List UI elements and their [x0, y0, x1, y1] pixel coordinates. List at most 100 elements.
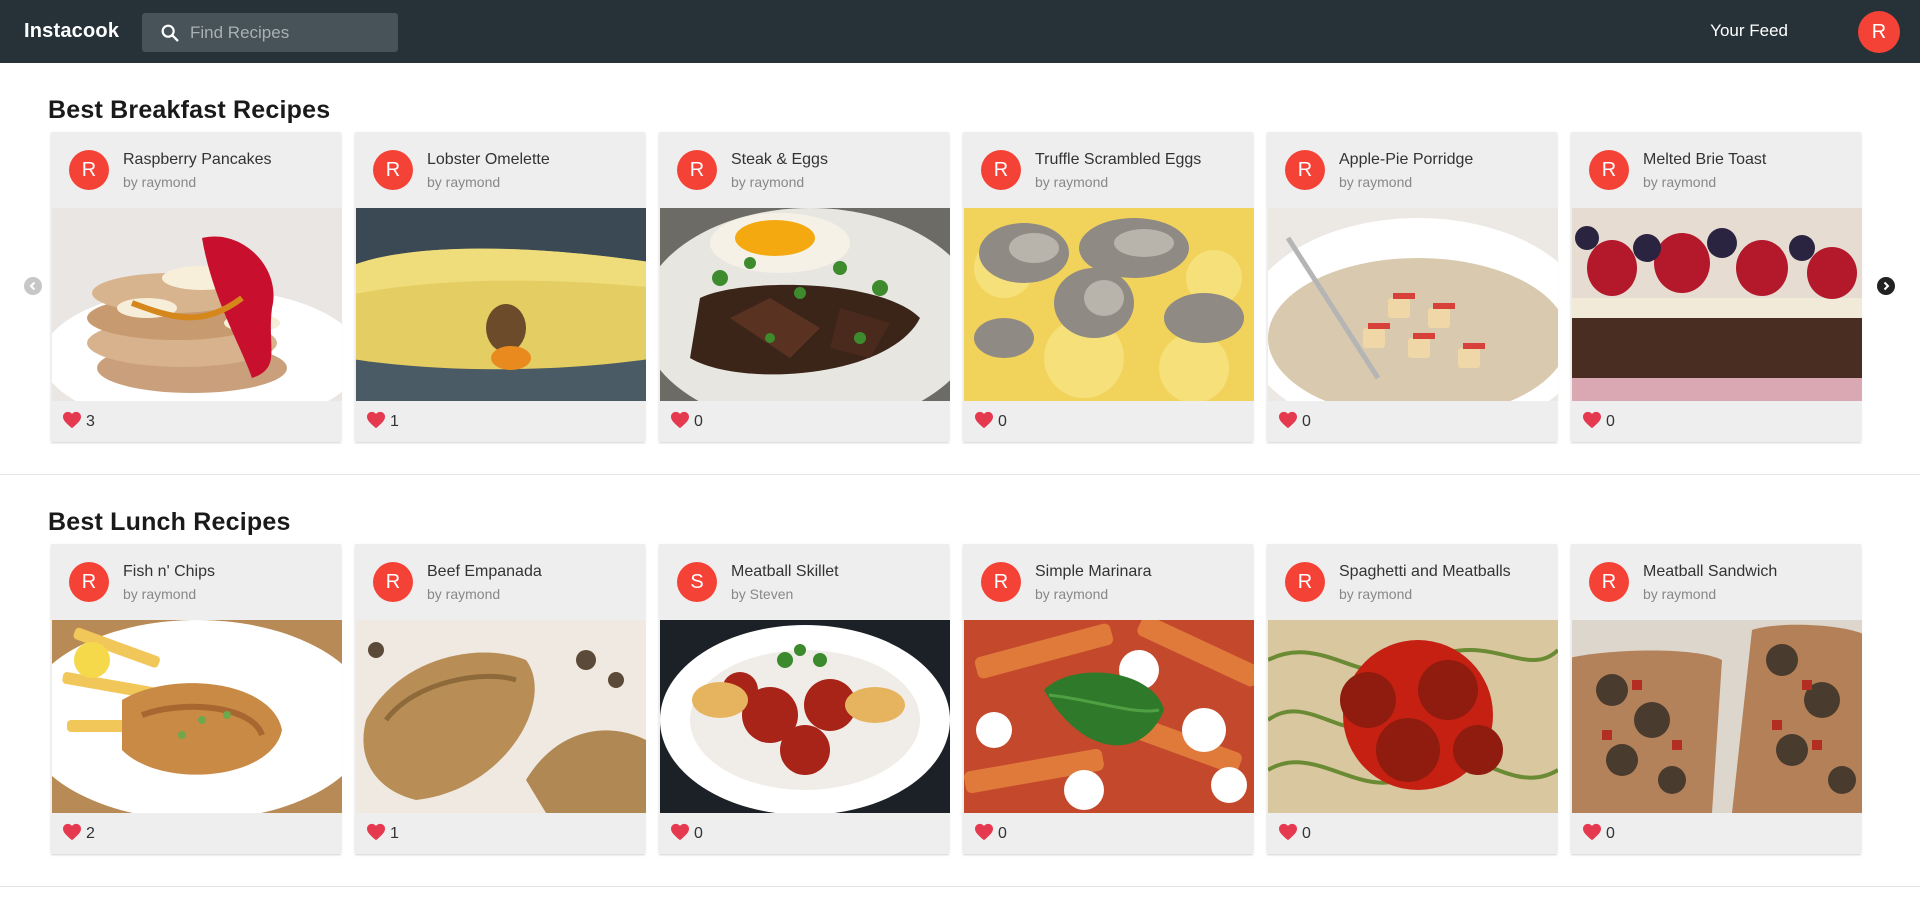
author-avatar[interactable]: R — [1285, 562, 1325, 602]
search-icon — [159, 22, 181, 44]
recipe-author[interactable]: by raymond — [1339, 174, 1412, 190]
your-feed-link[interactable]: Your Feed — [1710, 21, 1788, 41]
recipe-title[interactable]: Lobster Omelette — [427, 151, 550, 169]
recipe-card[interactable]: R Apple-Pie Porridge by raymond 0 — [1267, 132, 1558, 442]
recipe-card-header: R Melted Brie Toast by raymond — [1571, 132, 1861, 208]
heart-icon[interactable] — [366, 411, 386, 434]
recipe-author[interactable]: by raymond — [731, 174, 804, 190]
recipe-image[interactable] — [964, 620, 1254, 813]
heart-icon[interactable] — [670, 823, 690, 846]
author-avatar[interactable]: R — [69, 150, 109, 190]
recipe-title[interactable]: Spaghetti and Meatballs — [1339, 563, 1511, 581]
recipe-author[interactable]: by raymond — [1643, 586, 1716, 602]
recipe-author[interactable]: by raymond — [123, 586, 196, 602]
recipe-card[interactable]: R Truffle Scrambled Eggs by raymond 0 — [963, 132, 1254, 442]
brand-logo[interactable]: Instacook — [24, 20, 119, 43]
recipe-author[interactable]: by raymond — [1035, 586, 1108, 602]
recipe-card-header: R Steak & Eggs by raymond — [659, 132, 949, 208]
recipe-card[interactable]: R Beef Empanada by raymond 1 — [355, 544, 646, 854]
recipe-card[interactable]: R Simple Marinara by raymond 0 — [963, 544, 1254, 854]
recipe-author[interactable]: by raymond — [1035, 174, 1108, 190]
author-avatar[interactable]: R — [373, 150, 413, 190]
recipe-title[interactable]: Meatball Sandwich — [1643, 563, 1777, 581]
like-button[interactable]: 1 — [366, 411, 399, 433]
recipe-card[interactable]: R Lobster Omelette by raymond 1 — [355, 132, 646, 442]
recipe-card-header: R Raspberry Pancakes by raymond — [51, 132, 341, 208]
recipe-title[interactable]: Simple Marinara — [1035, 563, 1151, 581]
recipe-title[interactable]: Truffle Scrambled Eggs — [1035, 151, 1201, 169]
recipe-card[interactable]: R Spaghetti and Meatballs by raymond 0 — [1267, 544, 1558, 854]
recipe-card-header: R Lobster Omelette by raymond — [355, 132, 645, 208]
author-avatar[interactable]: R — [1589, 150, 1629, 190]
heart-icon[interactable] — [1278, 411, 1298, 434]
author-avatar[interactable]: R — [677, 150, 717, 190]
recipe-title[interactable]: Raspberry Pancakes — [123, 151, 272, 169]
author-avatar[interactable]: R — [981, 150, 1021, 190]
recipe-author[interactable]: by raymond — [123, 174, 196, 190]
heart-icon[interactable] — [974, 411, 994, 434]
recipe-title[interactable]: Beef Empanada — [427, 563, 542, 581]
author-avatar[interactable]: R — [1285, 150, 1325, 190]
recipe-image[interactable] — [1572, 208, 1862, 401]
recipe-image[interactable] — [52, 620, 342, 813]
navbar: Instacook Your Feed R — [0, 0, 1920, 63]
heart-icon[interactable] — [366, 823, 386, 846]
author-avatar[interactable]: R — [981, 562, 1021, 602]
heart-icon[interactable] — [1582, 411, 1602, 434]
recipe-card-header: R Meatball Sandwich by raymond — [1571, 544, 1861, 620]
chevron-right-icon[interactable] — [1877, 277, 1895, 295]
heart-icon[interactable] — [1278, 823, 1298, 846]
recipe-title[interactable]: Apple-Pie Porridge — [1339, 151, 1473, 169]
like-count: 0 — [1606, 825, 1615, 842]
recipe-image[interactable] — [660, 208, 950, 401]
like-button[interactable]: 2 — [62, 823, 95, 845]
recipe-card-header: R Apple-Pie Porridge by raymond — [1267, 132, 1557, 208]
recipe-title[interactable]: Steak & Eggs — [731, 151, 828, 169]
author-avatar[interactable]: R — [373, 562, 413, 602]
recipe-title[interactable]: Fish n' Chips — [123, 563, 215, 581]
recipe-image[interactable] — [1572, 620, 1862, 813]
like-button[interactable]: 3 — [62, 411, 95, 433]
user-avatar[interactable]: R — [1858, 11, 1900, 53]
recipe-card[interactable]: R Meatball Sandwich by raymond 0 — [1571, 544, 1862, 854]
recipe-author[interactable]: by raymond — [1339, 586, 1412, 602]
recipe-image[interactable] — [660, 620, 950, 813]
like-button[interactable]: 0 — [1582, 823, 1615, 845]
recipe-author[interactable]: by raymond — [427, 174, 500, 190]
heart-icon[interactable] — [974, 823, 994, 846]
search-box[interactable] — [142, 13, 398, 52]
author-avatar[interactable]: R — [1589, 562, 1629, 602]
like-button[interactable]: 0 — [974, 411, 1007, 433]
recipe-card[interactable]: R Steak & Eggs by raymond 0 — [659, 132, 950, 442]
like-button[interactable]: 0 — [670, 411, 703, 433]
like-button[interactable]: 0 — [1278, 411, 1311, 433]
recipe-card[interactable]: R Raspberry Pancakes by raymond 3 — [51, 132, 342, 442]
recipe-image[interactable] — [356, 620, 646, 813]
like-button[interactable]: 0 — [974, 823, 1007, 845]
author-avatar[interactable]: R — [69, 562, 109, 602]
recipe-image[interactable] — [1268, 620, 1558, 813]
heart-icon[interactable] — [670, 411, 690, 434]
author-avatar[interactable]: S — [677, 562, 717, 602]
recipe-image[interactable] — [52, 208, 342, 401]
like-button[interactable]: 0 — [670, 823, 703, 845]
recipe-card[interactable]: R Fish n' Chips by raymond 2 — [51, 544, 342, 854]
recipe-title[interactable]: Meatball Skillet — [731, 563, 839, 581]
recipe-image[interactable] — [1268, 208, 1558, 401]
heart-icon[interactable] — [1582, 823, 1602, 846]
recipe-author[interactable]: by raymond — [427, 586, 500, 602]
chevron-left-icon[interactable] — [24, 277, 42, 295]
recipe-author[interactable]: by raymond — [1643, 174, 1716, 190]
like-button[interactable]: 0 — [1582, 411, 1615, 433]
recipe-card[interactable]: R Melted Brie Toast by raymond 0 — [1571, 132, 1862, 442]
recipe-author[interactable]: by Steven — [731, 586, 793, 602]
recipe-image[interactable] — [964, 208, 1254, 401]
heart-icon[interactable] — [62, 823, 82, 846]
heart-icon[interactable] — [62, 411, 82, 434]
like-button[interactable]: 0 — [1278, 823, 1311, 845]
recipe-title[interactable]: Melted Brie Toast — [1643, 151, 1766, 169]
recipe-card[interactable]: S Meatball Skillet by Steven 0 — [659, 544, 950, 854]
recipe-image[interactable] — [356, 208, 646, 401]
like-button[interactable]: 1 — [366, 823, 399, 845]
search-input[interactable] — [190, 22, 390, 43]
